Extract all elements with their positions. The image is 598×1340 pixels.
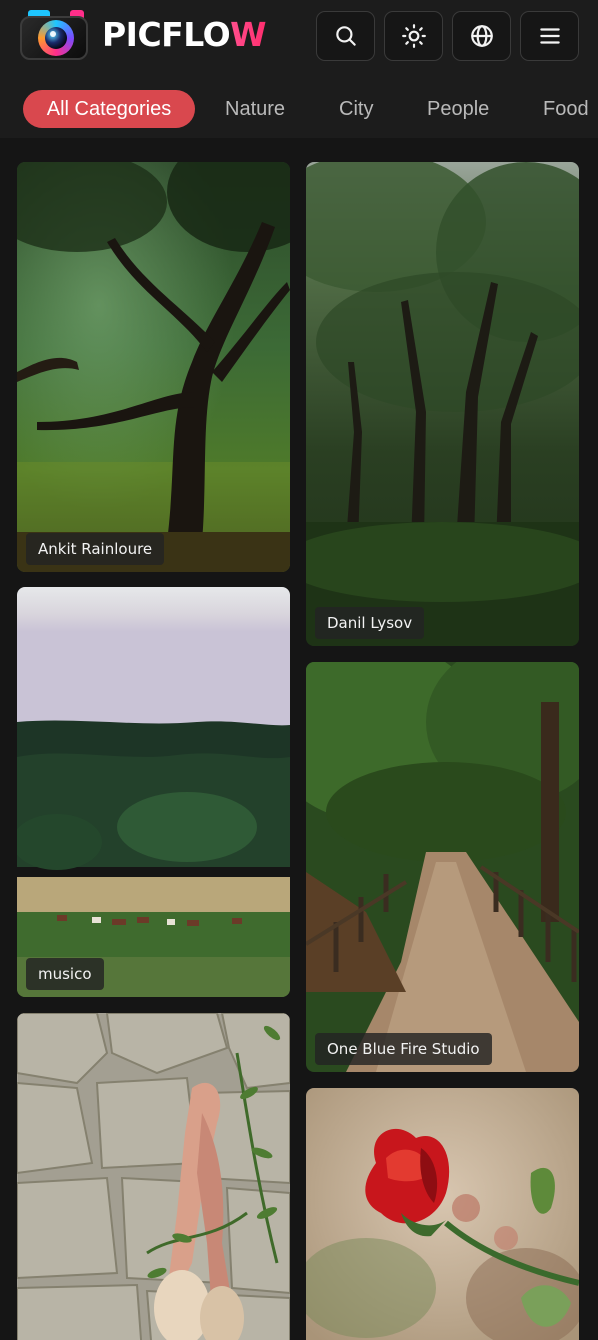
photo-card[interactable]: Ankit Rainloure — [17, 162, 290, 572]
photo-grid: Ankit Rainloure Danil Lysov musico One B… — [0, 138, 598, 1340]
photo-credit[interactable]: musico — [26, 958, 104, 990]
globe-icon — [470, 25, 493, 47]
camera-logo-icon — [18, 8, 90, 62]
search-icon — [335, 26, 356, 46]
brand-name-part2: W — [230, 15, 267, 54]
top-header: PICFLOW — [0, 0, 598, 76]
language-button[interactable] — [452, 11, 511, 61]
photo-credit[interactable]: Danil Lysov — [315, 607, 425, 639]
rose-photo — [306, 1088, 579, 1340]
category-people[interactable]: People — [427, 90, 489, 128]
forest-photo — [17, 162, 290, 572]
category-all[interactable]: All Categories — [23, 90, 195, 128]
search-button[interactable] — [316, 11, 375, 61]
photo-credit[interactable]: One Blue Fire Studio — [315, 1033, 492, 1065]
sun-icon — [401, 24, 426, 48]
photo-credit[interactable]: Ankit Rainloure — [26, 533, 165, 565]
photo-card[interactable]: One Blue Fire Studio — [306, 662, 579, 1072]
meadow-photo — [17, 587, 290, 997]
photo-card[interactable]: Danil Lysov — [306, 162, 579, 646]
brand-name-part1: PICFLO — [102, 15, 231, 54]
forest-path-photo — [306, 662, 579, 1072]
brand-name: PICFLOW — [102, 8, 267, 62]
menu-icon — [539, 28, 560, 44]
category-food[interactable]: Food — [543, 90, 589, 128]
category-city[interactable]: City — [339, 90, 373, 128]
menu-button[interactable] — [520, 11, 579, 61]
logo[interactable]: PICFLOW — [18, 8, 267, 62]
forest-photo — [306, 162, 579, 646]
ballet-shoes-photo — [17, 1013, 290, 1340]
photo-card[interactable]: musico — [17, 587, 290, 997]
category-nature[interactable]: Nature — [225, 90, 285, 128]
theme-toggle-button[interactable] — [384, 11, 443, 61]
photo-card[interactable] — [306, 1088, 579, 1340]
category-bar: All Categories Nature City People Food — [0, 76, 598, 138]
photo-card[interactable] — [17, 1013, 290, 1340]
